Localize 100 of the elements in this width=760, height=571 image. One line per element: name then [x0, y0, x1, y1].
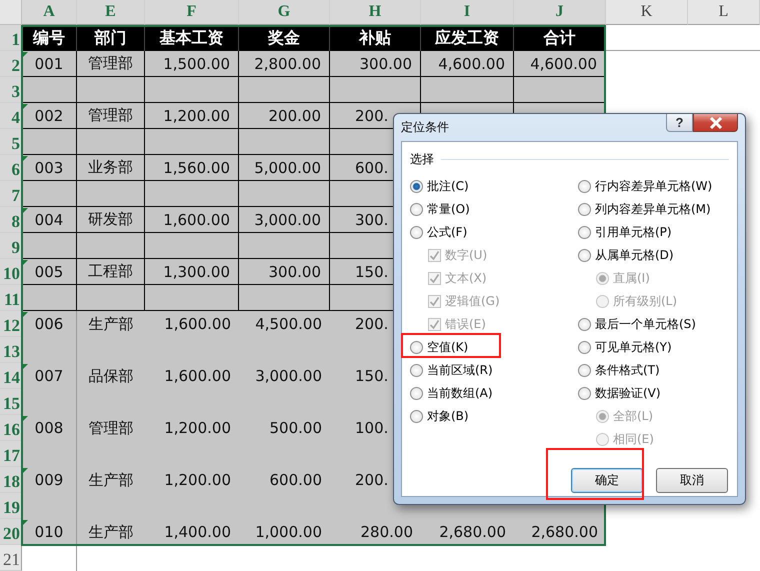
row-header[interactable]: 11	[0, 285, 22, 311]
table-cell: 1,500.00	[145, 51, 239, 77]
option-label: 当前区域(R)	[427, 362, 493, 379]
row-header[interactable]: 6	[0, 155, 22, 181]
table-cell: 4,600.00	[514, 51, 606, 77]
table-header-cell: 基本工资	[145, 25, 239, 51]
table-cell: 管理部	[77, 103, 145, 129]
column-header[interactable]: I	[421, 0, 514, 25]
table-cell-text: 管理部	[88, 418, 134, 438]
table-cell-text: 280.00	[360, 522, 414, 543]
table-cell-text: 200.	[354, 470, 390, 491]
table-cell: 200.00	[239, 103, 330, 129]
table-cell: 1,300.00	[145, 259, 239, 285]
option-label: 数字(U)	[445, 247, 488, 264]
row-header[interactable]: 19	[0, 493, 22, 519]
table-cell-text: 1,200.00	[163, 470, 232, 491]
table-cell: 工程部	[77, 259, 145, 285]
row-header[interactable]: 15	[0, 389, 22, 415]
row-header[interactable]: 20	[0, 519, 22, 545]
row-header[interactable]: 18	[0, 467, 22, 493]
table-cell-text: 150.	[354, 366, 390, 387]
ok-button[interactable]: 确定	[571, 468, 643, 493]
option-label: 当前数组(A)	[427, 385, 493, 402]
table-cell: 4,600.00	[421, 51, 514, 77]
table-cell-text: 品保部	[88, 366, 134, 386]
row-header[interactable]: 8	[0, 207, 22, 233]
table-cell-text: 1,600.00	[163, 366, 232, 387]
column-header[interactable]: K	[606, 0, 688, 25]
table-cell: 3,000.00	[239, 207, 330, 233]
row-header[interactable]: 4	[0, 103, 22, 129]
column-header[interactable]: L	[688, 0, 760, 25]
option-label: 全部(L)	[613, 408, 654, 425]
row-header[interactable]: 3	[0, 77, 22, 103]
column-header[interactable]: J	[514, 0, 606, 25]
option-label: 列内容差异单元格(M)	[595, 201, 711, 218]
table-cell-text: 4,500.00	[254, 314, 323, 335]
option-label: 从属单元格(D)	[595, 247, 674, 264]
option-label: 数据验证(V)	[595, 385, 661, 402]
help-button[interactable]: ?	[666, 114, 693, 132]
row-header[interactable]: 16	[0, 415, 22, 441]
option-label: 常量(O)	[427, 201, 470, 218]
table-header-cell: 应发工资	[421, 25, 514, 51]
table-cell: 1,200.00	[145, 103, 239, 129]
row-header[interactable]: 5	[0, 129, 22, 155]
table-cell: 300.00	[239, 259, 330, 285]
table-cell: 业务部	[77, 155, 145, 181]
table-cell: 300.00	[330, 51, 421, 77]
table-header-cell: 编号	[22, 25, 77, 51]
row-header[interactable]: 1	[0, 25, 22, 51]
table-header-cell: 部门	[77, 25, 145, 51]
table-cell-text: 500.00	[268, 418, 323, 439]
table-cell-text: 100.	[354, 418, 390, 439]
cancel-button[interactable]: 取消	[656, 468, 728, 493]
table-cell-text: 3,000.00	[254, 366, 323, 387]
table-cell: 5,000.00	[239, 155, 330, 181]
row-header[interactable]: 9	[0, 233, 22, 259]
table-cell: 005	[22, 259, 77, 285]
column-header[interactable]: G	[239, 0, 330, 25]
option-label: 所有级别(L)	[613, 293, 678, 310]
option-label: 行内容差异单元格(W)	[595, 178, 712, 195]
option-label: 空值(K)	[427, 339, 468, 356]
table-cell: 管理部	[77, 51, 145, 77]
table-header-cell: 奖金	[239, 25, 330, 51]
row-header[interactable]: 14	[0, 363, 22, 389]
column-header[interactable]: H	[330, 0, 421, 25]
table-header-cell: 合计	[514, 25, 606, 51]
table-cell: 1,600.00	[145, 207, 239, 233]
table-cell-text: 生产部	[88, 314, 134, 334]
option-label: 对象(B)	[427, 408, 469, 425]
table-header-cell: 补贴	[330, 25, 421, 51]
table-cell: 002	[22, 103, 77, 129]
table-cell: 003	[22, 155, 77, 181]
table-cell-text: 600.00	[268, 470, 323, 491]
row-header[interactable]: 10	[0, 259, 22, 285]
table-cell-text: 1,600.00	[163, 314, 232, 335]
option-label: 引用单元格(P)	[595, 224, 672, 241]
column-header[interactable]: A	[22, 0, 77, 25]
row-header[interactable]: 12	[0, 311, 22, 337]
option-label: 逻辑值(G)	[445, 293, 500, 310]
table-cell: 1,560.00	[145, 155, 239, 181]
table-cell-text: 1,200.00	[163, 418, 232, 439]
option-label: 文本(X)	[445, 270, 487, 287]
table-cell: 004	[22, 207, 77, 233]
row-header[interactable]: 7	[0, 181, 22, 207]
column-header[interactable]: F	[145, 0, 239, 25]
table-cell: 研发部	[77, 207, 145, 233]
table-cell: 2,800.00	[239, 51, 330, 77]
table-cell-text: 200.	[354, 314, 390, 335]
option-label: 公式(F)	[427, 224, 468, 241]
option-label: 批注(C)	[427, 178, 469, 195]
row-header[interactable]: 21	[0, 545, 22, 571]
option-label: 可见单元格(Y)	[595, 339, 672, 356]
table-cell-text: 1,400.00	[163, 522, 232, 543]
row-header[interactable]: 13	[0, 337, 22, 363]
table-cell-text: 生产部	[88, 470, 134, 490]
row-header[interactable]: 17	[0, 441, 22, 467]
column-header[interactable]: E	[77, 0, 145, 25]
table-cell-text: 1,000.00	[254, 522, 323, 543]
row-header[interactable]: 2	[0, 51, 22, 77]
option-label: 相同(E)	[613, 431, 654, 448]
